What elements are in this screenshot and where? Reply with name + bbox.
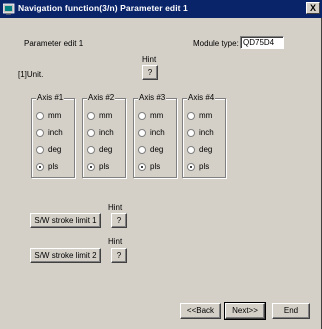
option-label: mm	[199, 111, 213, 120]
radio-button[interactable]	[187, 129, 195, 137]
stroke-limit-2-hint-label: Hint	[108, 237, 123, 246]
option-label: pls	[150, 162, 161, 171]
option-label: deg	[150, 145, 164, 154]
axis-2-option-pls[interactable]: pls	[87, 162, 125, 172]
radio-button[interactable]	[87, 146, 95, 154]
page-heading: Parameter edit 1	[24, 39, 84, 48]
window-title: Navigation function(3/n) Parameter edit …	[18, 3, 188, 13]
axis-1-option-inch[interactable]: inch	[36, 128, 74, 138]
radio-button[interactable]	[138, 146, 146, 154]
axis-1-option-deg[interactable]: deg	[36, 145, 74, 155]
axis-group-4: Axis #4 mm inch deg pls	[182, 93, 226, 178]
radio-button[interactable]	[138, 112, 146, 120]
axis-1-label: Axis #1	[36, 93, 65, 103]
axis-group-1: Axis #1 mm inch deg pls	[31, 93, 75, 178]
axis-2-label: Axis #2	[87, 93, 116, 103]
stroke-limit-2-hint-button[interactable]: ?	[111, 248, 127, 263]
axis-4-option-inch[interactable]: inch	[187, 128, 225, 138]
axis-2-option-mm[interactable]: mm	[87, 111, 125, 121]
option-label: deg	[48, 145, 62, 154]
radio-button[interactable]	[187, 146, 195, 154]
axis-3-label: Axis #3	[138, 93, 167, 103]
axis-3-option-inch[interactable]: inch	[138, 128, 176, 138]
axis-3-option-pls[interactable]: pls	[138, 162, 176, 172]
stroke-limit-1-hint-label: Hint	[108, 203, 123, 212]
unit-label: [1]Unit.	[18, 70, 44, 79]
axis-2-option-inch[interactable]: inch	[87, 128, 125, 138]
radio-button[interactable]	[36, 129, 44, 137]
back-button[interactable]: <<Back	[180, 303, 221, 319]
option-label: deg	[99, 145, 113, 154]
option-label: mm	[150, 111, 164, 120]
app-icon	[2, 3, 15, 15]
radio-button-selected[interactable]	[87, 163, 95, 171]
option-label: pls	[199, 162, 210, 171]
axis-4-option-mm[interactable]: mm	[187, 111, 225, 121]
stroke-limit-1-hint-button[interactable]: ?	[111, 213, 127, 228]
option-label: pls	[99, 162, 110, 171]
option-label: mm	[99, 111, 113, 120]
axis-3-option-mm[interactable]: mm	[138, 111, 176, 121]
radio-button-selected[interactable]	[138, 163, 146, 171]
module-type-field[interactable]: QD75D4	[240, 36, 284, 49]
axis-3-option-deg[interactable]: deg	[138, 145, 176, 155]
option-label: mm	[48, 111, 62, 120]
next-button[interactable]: Next>>	[224, 302, 266, 320]
axis-4-option-deg[interactable]: deg	[187, 145, 225, 155]
stroke-limit-1-button[interactable]: S/W stroke limit 1	[30, 213, 101, 228]
axis-1-option-pls[interactable]: pls	[36, 162, 74, 172]
end-button[interactable]: End	[272, 303, 310, 319]
axis-4-option-pls[interactable]: pls	[187, 162, 225, 172]
option-label: inch	[199, 128, 214, 137]
option-label: inch	[150, 128, 165, 137]
option-label: pls	[48, 162, 59, 171]
radio-button[interactable]	[87, 112, 95, 120]
axis-group-2: Axis #2 mm inch deg pls	[82, 93, 126, 178]
dialog-window: Navigation function(3/n) Parameter edit …	[0, 0, 322, 329]
axis-4-label: Axis #4	[187, 93, 216, 103]
radio-button[interactable]	[36, 112, 44, 120]
stroke-limit-2-button[interactable]: S/W stroke limit 2	[30, 248, 101, 263]
unit-hint-label: Hint	[142, 55, 157, 64]
option-label: deg	[199, 145, 213, 154]
radio-button[interactable]	[87, 129, 95, 137]
option-label: inch	[48, 128, 63, 137]
option-label: inch	[99, 128, 114, 137]
axis-group-3: Axis #3 mm inch deg pls	[133, 93, 177, 178]
axis-1-option-mm[interactable]: mm	[36, 111, 74, 121]
title-bar: Navigation function(3/n) Parameter edit …	[0, 0, 322, 18]
radio-button[interactable]	[187, 112, 195, 120]
radio-button-selected[interactable]	[36, 163, 44, 171]
radio-button-selected[interactable]	[187, 163, 195, 171]
module-type-label: Module type:	[193, 39, 239, 48]
unit-hint-button[interactable]: ?	[142, 65, 158, 80]
axis-2-option-deg[interactable]: deg	[87, 145, 125, 155]
radio-button[interactable]	[36, 146, 44, 154]
close-button[interactable]: X	[306, 2, 320, 14]
radio-button[interactable]	[138, 129, 146, 137]
